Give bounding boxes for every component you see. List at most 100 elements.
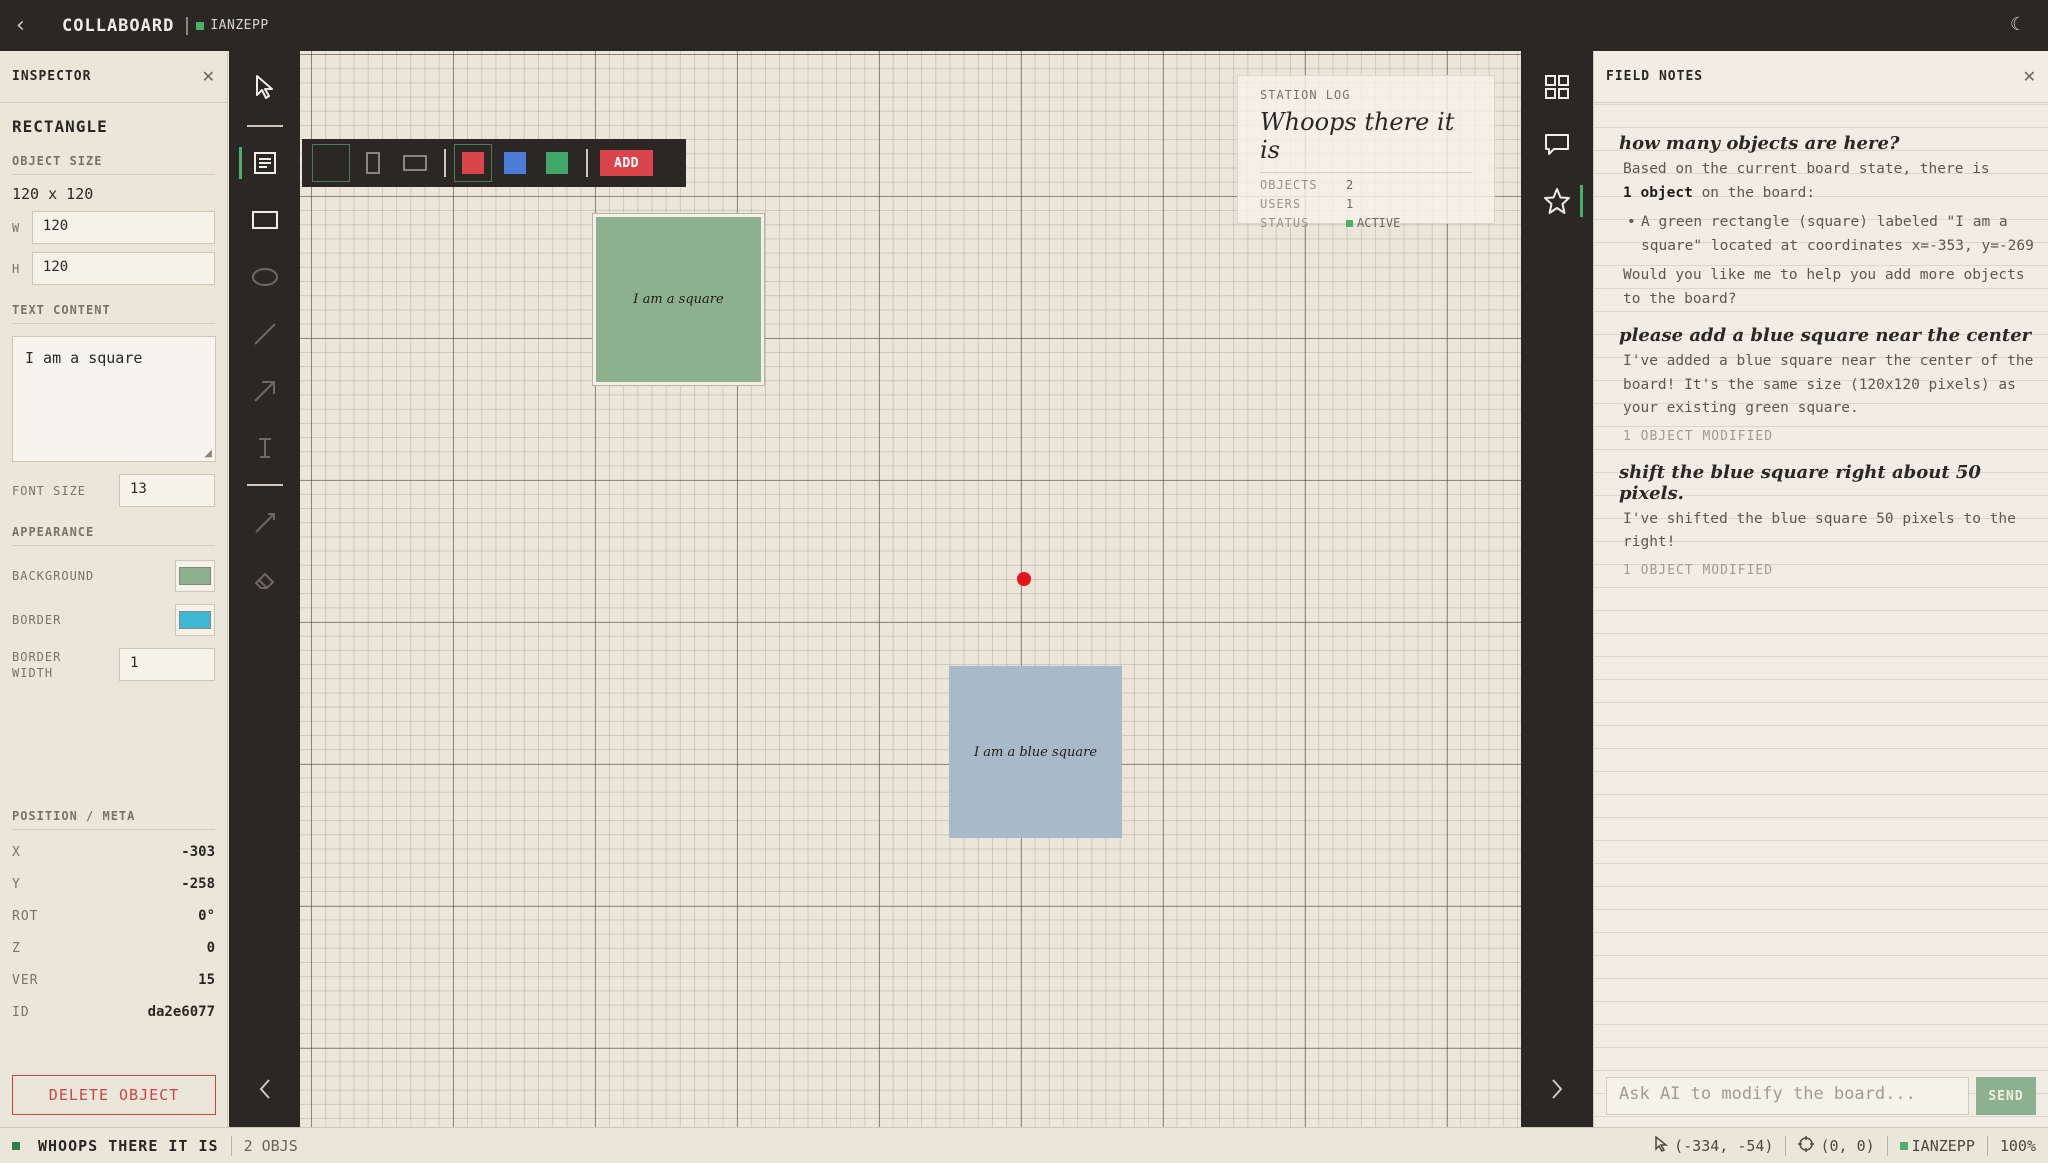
cursor-position: (-334, -54) (1674, 1136, 1774, 1155)
user-online-dot (1899, 1141, 1908, 1150)
status-divider (1986, 1135, 1988, 1156)
border-color-picker[interactable] (175, 604, 215, 636)
field-notes-close-icon[interactable]: ✕ (2023, 67, 2036, 86)
appearance-heading: APPEARANCE (12, 525, 215, 546)
square-note-shape-button[interactable] (312, 144, 350, 182)
meta-value: 0° (198, 908, 215, 924)
position-meta-heading: POSITION / META (12, 809, 215, 830)
modified-badge: 1 OBJECT MODIFIED (1623, 562, 1774, 578)
floatbar-divider (444, 149, 446, 177)
rectangle-tool-icon[interactable] (249, 204, 281, 236)
background-swatch (179, 567, 211, 585)
status-right: (-334, -54) (0, 0) IANZEPP 100% (1654, 1134, 2048, 1156)
meta-key: VER (12, 972, 39, 988)
line-tool-icon[interactable] (249, 318, 281, 350)
inspector-close-icon[interactable]: ✕ (202, 67, 215, 86)
status-divider (1785, 1135, 1787, 1156)
text-tool-icon[interactable] (249, 432, 281, 464)
border-width-input[interactable]: 1 (119, 648, 215, 681)
object-count: 2 OBJS (243, 1136, 298, 1155)
background-color-picker[interactable] (175, 560, 215, 592)
chat-log: how many objects are here? Based on the … (1594, 133, 2048, 578)
resize-grip-icon[interactable]: ◢ (204, 448, 212, 459)
meta-value: 0 (206, 940, 215, 956)
border-width-label: BORDER WIDTH (12, 649, 62, 680)
back-chevron-icon[interactable]: ‹ (16, 13, 46, 38)
object-type: RECTANGLE (12, 117, 108, 136)
send-button[interactable]: SEND (1976, 1077, 2036, 1115)
meta-key: ROT (12, 908, 39, 924)
station-log-label: STATION LOG (1260, 88, 1351, 102)
star-icon[interactable] (1541, 185, 1583, 217)
station-key: STATUS (1260, 216, 1310, 230)
sticky-note-options-bar: ADD (302, 139, 686, 187)
select-tool-cursor-icon[interactable] (249, 71, 281, 103)
delete-object-button[interactable]: DELETE OBJECT (12, 1075, 216, 1115)
ai-text: on the board: (1701, 184, 1816, 201)
collapse-left-chevron-icon[interactable] (249, 1073, 281, 1105)
station-key: OBJECTS (1260, 178, 1318, 192)
user-status-dot (196, 21, 205, 30)
top-bar: ‹ COLLABOARD IANZEPP ☾ (0, 0, 2048, 51)
collapse-right-chevron-icon[interactable] (1541, 1073, 1573, 1105)
tall-note-shape-button[interactable] (354, 144, 392, 182)
font-size-input[interactable]: 13 (119, 474, 215, 507)
text-content-input[interactable]: I am a square ◢ (12, 336, 216, 462)
current-user: IANZEPP (210, 18, 269, 33)
field-notes-panel: FIELD NOTES ✕ how many objects are here?… (1593, 51, 2048, 1127)
green-color-button[interactable] (538, 144, 576, 182)
eraser-tool-icon[interactable] (249, 564, 281, 596)
square-note-swatch (315, 147, 347, 179)
station-row-status: STATUS ACTIVE (1260, 216, 1472, 230)
brand-divider (186, 16, 189, 35)
connector-tool-icon[interactable] (249, 507, 281, 539)
arrow-tool-icon[interactable] (249, 375, 281, 407)
add-note-button[interactable]: ADD (600, 150, 653, 176)
station-status-value: ACTIVE (1346, 216, 1400, 230)
chat-bubble-icon[interactable] (1541, 128, 1573, 160)
inspector-title: INSPECTOR (12, 69, 92, 84)
ai-message: I've added a blue square near the center… (1623, 353, 2034, 416)
background-label: BACKGROUND (12, 569, 95, 583)
board-canvas[interactable]: ADD I am a square I am a blue square STA… (300, 51, 1521, 1127)
width-input[interactable]: 120 (31, 211, 215, 244)
inspector-header: INSPECTOR ✕ (0, 51, 227, 103)
ellipse-tool-icon[interactable] (249, 261, 281, 293)
ai-message: Based on the current board state, there … (1619, 158, 2036, 311)
station-value: 2 (1346, 178, 1354, 192)
sticky-note-tool-icon[interactable] (239, 147, 281, 179)
red-color-swatch (462, 152, 484, 174)
text-content-heading: TEXT CONTENT (12, 303, 215, 324)
blue-color-swatch (504, 152, 526, 174)
ai-text: Would you like me to help you add more o… (1623, 267, 2025, 307)
board-status-dot (12, 1141, 20, 1150)
meta-key: Y (12, 876, 21, 892)
red-color-button[interactable] (454, 144, 492, 182)
height-input[interactable]: 120 (31, 252, 215, 285)
blue-color-button[interactable] (496, 144, 534, 182)
green-square-shape[interactable]: I am a square (592, 213, 765, 386)
ai-prompt-input[interactable]: Ask AI to modify the board... (1606, 1077, 1969, 1115)
meta-value: 15 (198, 972, 215, 988)
meta-row-z: Z0 (12, 932, 215, 964)
height-label: H (12, 261, 20, 276)
ai-text: Based on the current board state, there … (1623, 161, 1990, 177)
meta-value: -303 (181, 844, 215, 860)
wide-note-shape-button[interactable] (396, 144, 434, 182)
meta-row-ver: VER 15 (12, 964, 215, 996)
blue-square-shape[interactable]: I am a blue square (949, 666, 1122, 838)
meta-value: -258 (181, 876, 215, 892)
meta-list: X -303 Y -258 ROT 0° Z0 VER 15 ID da2e6077 (12, 836, 215, 1028)
origin-position[interactable]: (0, 0) (1820, 1137, 1874, 1155)
status-bar: WHOOPS THERE IT IS 2 OBJS (-334, -54) (0… (0, 1127, 2048, 1163)
station-log-title: Whoops there it is (1260, 108, 1472, 173)
object-size-readout: 120 x 120 (12, 185, 94, 203)
theme-toggle-moon-icon[interactable]: ☾ (2010, 14, 2026, 35)
grid-view-icon[interactable] (1541, 71, 1573, 103)
width-label: W (12, 220, 20, 235)
user-message: please add a blue square near the center (1619, 325, 2032, 346)
zoom-level[interactable]: 100% (2000, 1137, 2036, 1155)
status-user: IANZEPP (1911, 1136, 1975, 1155)
ai-bullet: A green rectangle (square) labeled "I am… (1627, 211, 2036, 258)
status-active-dot (1346, 219, 1353, 227)
